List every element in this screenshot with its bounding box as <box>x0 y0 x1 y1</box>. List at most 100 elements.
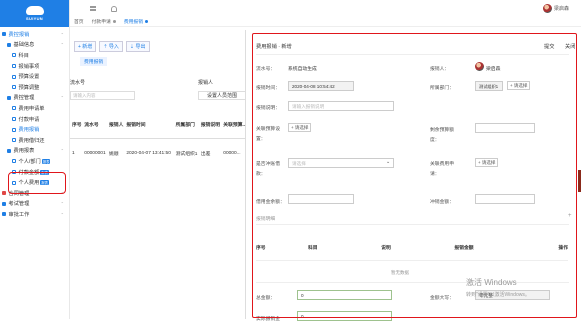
column-header: 报销时间 <box>124 112 174 139</box>
sidebar-item-17[interactable]: 审批工作 ⌃ <box>0 209 69 220</box>
chevron-icon: ⌃ <box>60 42 64 48</box>
brand-name: SUIYUN <box>26 16 43 21</box>
report-badge: 报表 <box>41 158 51 164</box>
reimbursement-table: 序号 流水号 报销人 报销时间 所属部门 报销说明 关联预算... 1 00000001 姚顺 2… <box>70 112 245 168</box>
chevron-icon: ⌃ <box>60 211 64 217</box>
sidebar-item-10[interactable]: 费用借归还 <box>0 135 69 146</box>
nav-icon <box>12 117 16 122</box>
nav-icon <box>2 201 6 206</box>
sidebar-item-label: 基础信息 <box>13 42 35 49</box>
sidebar-item-5[interactable]: 预算调整 <box>0 82 69 93</box>
nav-icon <box>12 159 16 164</box>
chevron-icon: ⌃ <box>60 148 64 154</box>
nav-icon <box>2 191 6 196</box>
sidebar-item-1[interactable]: 基础信息 ⌃ <box>0 40 69 51</box>
app-logo: SUIYUN <box>0 0 69 27</box>
top-bar: 梁启森 <box>70 0 581 17</box>
windows-activation-title: 激活 Windows <box>466 278 517 287</box>
sidebar-item-6[interactable]: 费控管理 ⌃ <box>0 93 69 104</box>
sidebar-item-label: 费控管理 <box>13 95 35 102</box>
column-header: 报销说明 <box>198 112 222 139</box>
person-range-button[interactable]: 设置人员范围 <box>198 91 245 100</box>
sidebar-item-label: 预算设置 <box>18 74 40 81</box>
nav-icon <box>12 53 16 58</box>
filter-no-label: 流水号 <box>70 80 86 86</box>
chevron-icon: ⌃ <box>60 201 64 207</box>
sidebar-item-0[interactable]: 费控报销 ⌃ <box>0 29 69 40</box>
close-icon[interactable] <box>145 20 149 23</box>
nav-icon <box>2 212 6 217</box>
nav-icon <box>7 42 11 47</box>
sidebar-item-label: 预算调整 <box>18 84 40 91</box>
avatar <box>542 4 552 13</box>
sidebar-item-2[interactable]: 科目 <box>0 50 69 61</box>
sidebar: SUIYUN 费控报销 ⌃ 基础信息 ⌃ 科目报销事项预算设置预算调整费控管理 ⌃ 费用申请… <box>0 0 70 319</box>
sidebar-item-9[interactable]: 费用报销 <box>0 124 69 135</box>
sidebar-item-label: 费用报销 <box>18 127 40 134</box>
sidebar-item-4[interactable]: 预算设置 <box>0 71 69 82</box>
list-tab[interactable]: 费用报销 <box>80 57 108 66</box>
tab-2[interactable]: 费用报销 <box>123 18 149 25</box>
list-area: + 新增 ⇡ 导入 ⇣ 导出 费用报销 流水号 报销人 请输入内容 设置人员范围… <box>70 27 245 319</box>
grid-menu-icon[interactable] <box>90 5 96 12</box>
sidebar-item-label: 费用报表 <box>13 148 35 155</box>
chevron-icon: ⌃ <box>60 31 64 37</box>
sidebar-item-8[interactable]: 付款申请 <box>0 114 69 125</box>
nav-icon <box>12 85 16 90</box>
nav-icon <box>12 127 16 132</box>
tab-0[interactable]: 首页 <box>74 18 84 25</box>
import-button[interactable]: ⇡ 导入 <box>99 41 123 52</box>
column-header: 所属部门 <box>173 112 199 139</box>
cloud-icon <box>25 6 44 15</box>
column-header: 报销人 <box>106 112 125 139</box>
sidebar-item-16[interactable]: 考试管理 ⌃ <box>0 199 69 210</box>
column-header: 关联预算... <box>221 112 245 139</box>
serial-search-input[interactable]: 请输入内容 <box>70 91 135 100</box>
chevron-icon: ⌃ <box>60 95 64 101</box>
sidebar-item-label: 费用借归还 <box>18 137 45 144</box>
nav-icon <box>12 64 16 69</box>
sidebar-item-11[interactable]: 费用报表 ⌃ <box>0 146 69 157</box>
tab-label: 付款申请 <box>91 20 111 25</box>
sidebar-item-12[interactable]: 个人/部门 报表 <box>0 156 69 167</box>
filter-person-label: 报销人 <box>198 80 214 86</box>
cell-person: 姚顺 <box>108 151 119 157</box>
nav-icon <box>12 74 16 79</box>
windows-activation-text: 转到"设置"以激活Windows。 <box>466 292 530 298</box>
cell-no: 00000001 <box>84 150 106 156</box>
table-row[interactable]: 1 00000001 姚顺 2020-04-07 13:41:50 测试组织1 出差 000… <box>70 138 245 168</box>
active-nav-highlight <box>8 172 66 194</box>
user-menu[interactable]: 梁启森 <box>542 4 569 13</box>
user-name: 梁启森 <box>553 6 569 12</box>
export-button[interactable]: ⇣ 导出 <box>125 41 150 52</box>
tab-1[interactable]: 付款申请 <box>92 18 116 25</box>
page-tabs: 首页 付款申请 费用报销 <box>70 17 581 27</box>
close-icon[interactable] <box>112 20 116 23</box>
nav-icon <box>2 32 6 37</box>
sidebar-item-label: 考试管理 <box>8 201 30 208</box>
cell-budget: 00000... <box>223 150 241 156</box>
cell-dept: 测试组织1 <box>175 151 198 157</box>
sidebar-item-label: 审批工作 <box>8 211 30 218</box>
column-header: 流水号 <box>82 112 107 139</box>
add-button[interactable]: + 新增 <box>74 41 97 52</box>
sidebar-item-label: 费用申请单 <box>18 105 45 112</box>
sidebar-item-label: 费控报销 <box>8 31 30 38</box>
cell-seq: 1 <box>72 150 75 156</box>
nav-icon <box>7 95 11 100</box>
column-header: 序号 <box>70 112 83 139</box>
sidebar-item-7[interactable]: 费用申请单 <box>0 103 69 114</box>
bell-icon[interactable] <box>111 5 117 12</box>
cell-desc: 出差 <box>200 151 211 157</box>
tab-label: 首页 <box>74 20 84 25</box>
sidebar-item-label: 报销事项 <box>18 63 40 70</box>
sidebar-item-label: 科目 <box>18 52 29 59</box>
sidebar-item-3[interactable]: 报销事项 <box>0 61 69 72</box>
form-highlight <box>252 33 577 318</box>
sidebar-item-label: 付款申请 <box>18 116 40 123</box>
tab-label: 费用报销 <box>123 20 144 25</box>
cell-time: 2020-04-07 13:41:50 <box>126 150 171 156</box>
sidebar-item-label: 个人/部门 <box>18 158 41 165</box>
toolbar: + 新增 ⇡ 导入 ⇣ 导出 <box>74 41 153 52</box>
nav-icon <box>12 106 16 111</box>
